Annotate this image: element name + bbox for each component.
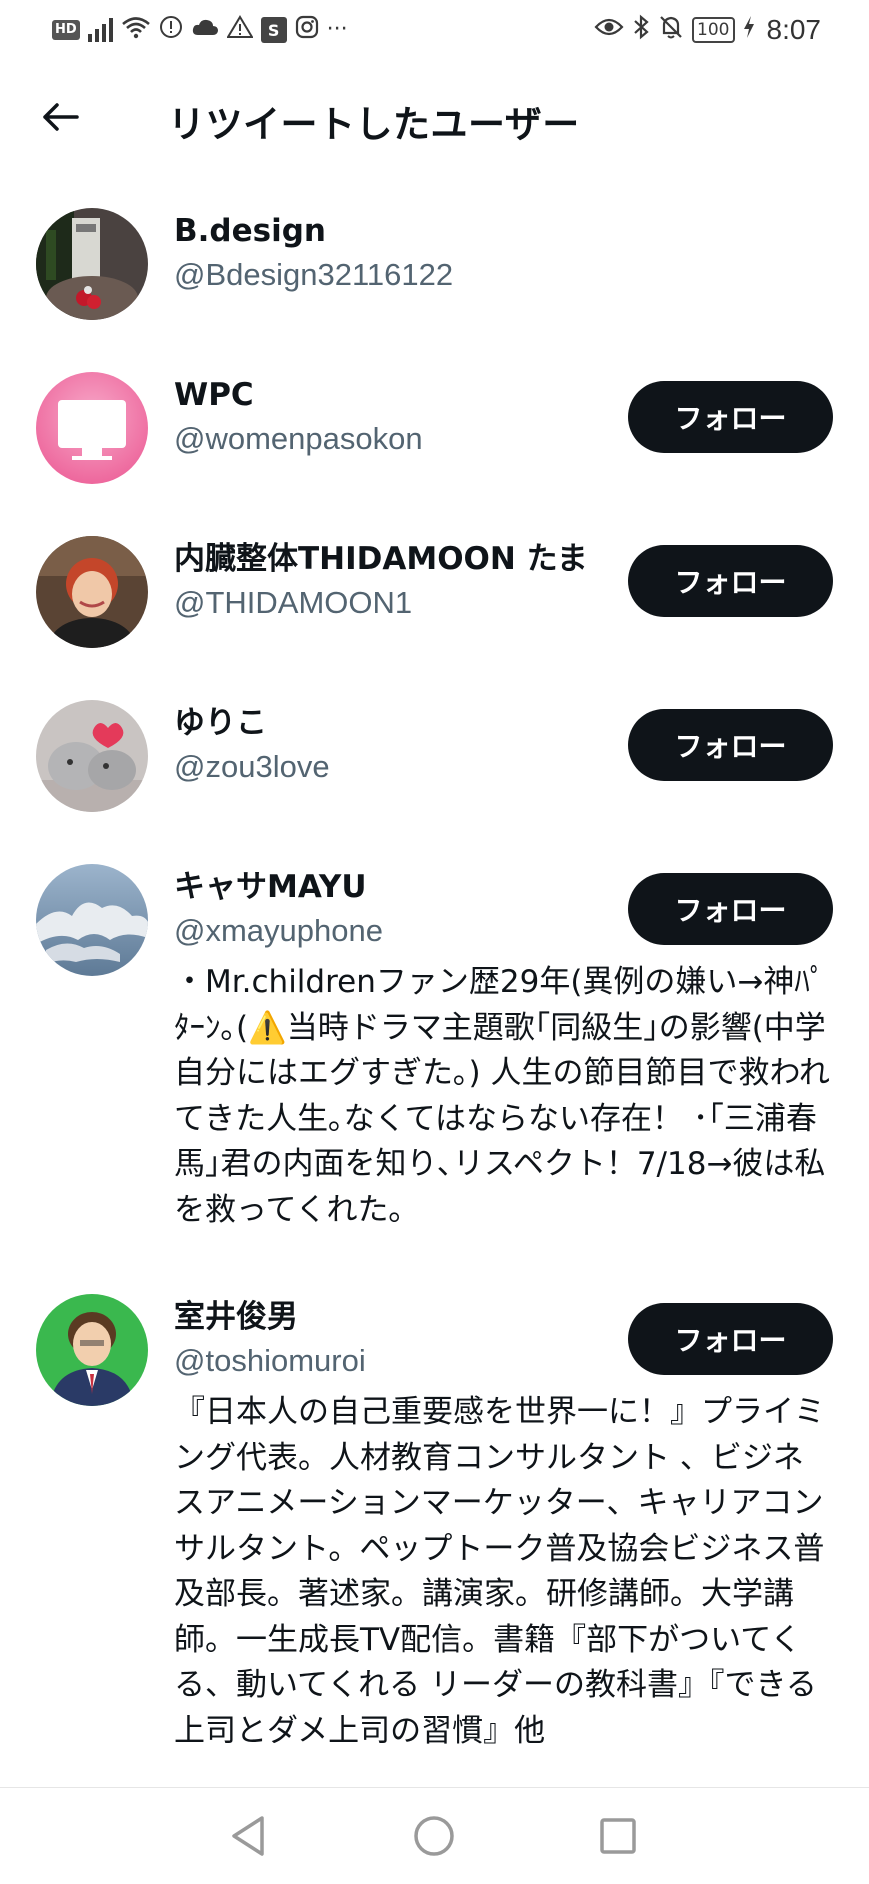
follow-button[interactable]: フォロー: [628, 381, 833, 453]
status-right: 100 8:07: [594, 12, 821, 48]
hd-icon: HD: [52, 20, 80, 40]
user-row[interactable]: WPC @womenpasokon フォロー: [0, 372, 869, 492]
circle-home-icon: [412, 1814, 456, 1862]
user-text: ゆりこ @zou3love: [174, 702, 694, 790]
user-name[interactable]: WPC: [174, 374, 694, 416]
user-text: WPC @womenpasokon: [174, 374, 694, 462]
follow-button[interactable]: フォロー: [628, 545, 833, 617]
user-row[interactable]: キャサMAYU @xmayuphone フォロー ・Mr.childrenファン…: [0, 864, 869, 1254]
user-row[interactable]: 内臓整体THIDAMOON たま @THIDAMOON1 フォロー: [0, 536, 869, 656]
follow-button[interactable]: フォロー: [628, 873, 833, 945]
user-name[interactable]: B.design: [174, 210, 694, 252]
user-handle: @zou3love: [174, 749, 330, 784]
avatar[interactable]: [36, 208, 148, 320]
charging-icon: [743, 15, 755, 45]
user-name[interactable]: キャサMAYU: [174, 866, 694, 908]
nav-home-button[interactable]: [408, 1812, 460, 1864]
cloud-icon: [191, 17, 219, 43]
arrow-left-icon: [41, 101, 81, 137]
bluetooth-icon: [632, 14, 650, 46]
follow-button[interactable]: フォロー: [628, 709, 833, 781]
user-text: B.design @Bdesign32116122: [174, 210, 694, 298]
status-bar: HD S ··· 100 8:07: [0, 0, 869, 62]
alert-circle-icon: [159, 15, 183, 45]
user-handle: @xmayuphone: [174, 913, 383, 948]
square-recents-icon: [598, 1816, 638, 1860]
warning-icon: [225, 15, 254, 45]
user-bio: 『日本人の自己重要感を世界一に！』プライミング代表。人材教育コンサルタント 、ビ…: [174, 1394, 825, 1749]
user-text: 内臓整体THIDAMOON たま @THIDAMOON1: [174, 538, 694, 626]
user-list[interactable]: B.design @Bdesign32116122 WPC @womenpaso…: [0, 172, 869, 1787]
user-text: 室井俊男 @toshiomuroi: [174, 1296, 694, 1384]
clock-time: 8:07: [766, 14, 822, 45]
user-row[interactable]: 室井俊男 @toshiomuroi フォロー 『日本人の自己重要感を世界一に！』…: [0, 1294, 869, 1787]
nav-back-button[interactable]: [222, 1812, 274, 1864]
user-bio: ・Mr.childrenファン歴29年(異例の嫌い→神ﾊﾟﾀｰﾝ｡(⚠️当時ドラ…: [174, 964, 830, 1228]
header: リツイートしたユーザー: [0, 62, 869, 172]
s-app-icon: S: [260, 17, 287, 43]
avatar[interactable]: [36, 700, 148, 812]
avatar[interactable]: [36, 536, 148, 648]
back-button[interactable]: [38, 96, 84, 142]
user-text: キャサMAYU @xmayuphone: [174, 866, 694, 954]
instagram-icon: [295, 15, 319, 45]
status-left: HD S ···: [52, 12, 348, 48]
avatar[interactable]: [36, 864, 148, 976]
eye-icon: [594, 16, 624, 44]
system-nav-bar: [0, 1787, 869, 1884]
user-name[interactable]: 内臓整体THIDAMOON たま: [174, 538, 694, 580]
user-handle: @Bdesign32116122: [174, 257, 454, 292]
wifi-icon: [121, 15, 151, 45]
bell-off-icon: [658, 14, 684, 46]
page-title: リツイートしたユーザー: [168, 103, 580, 146]
user-row[interactable]: B.design @Bdesign32116122: [0, 208, 869, 328]
user-handle: @THIDAMOON1: [174, 585, 413, 620]
user-row[interactable]: ゆりこ @zou3love フォロー: [0, 700, 869, 820]
triangle-back-icon: [228, 1814, 268, 1862]
avatar[interactable]: [36, 1294, 148, 1406]
user-handle: @toshiomuroi: [174, 1343, 366, 1378]
more-notifications-icon: ···: [326, 17, 348, 42]
follow-button[interactable]: フォロー: [628, 1303, 833, 1375]
avatar[interactable]: [36, 372, 148, 484]
signal-icon: [87, 18, 113, 42]
nav-recents-button[interactable]: [592, 1812, 644, 1864]
battery-icon: 100: [692, 17, 735, 43]
user-name[interactable]: 室井俊男: [174, 1296, 694, 1338]
user-name[interactable]: ゆりこ: [174, 702, 694, 744]
user-handle: @womenpasokon: [174, 421, 423, 456]
